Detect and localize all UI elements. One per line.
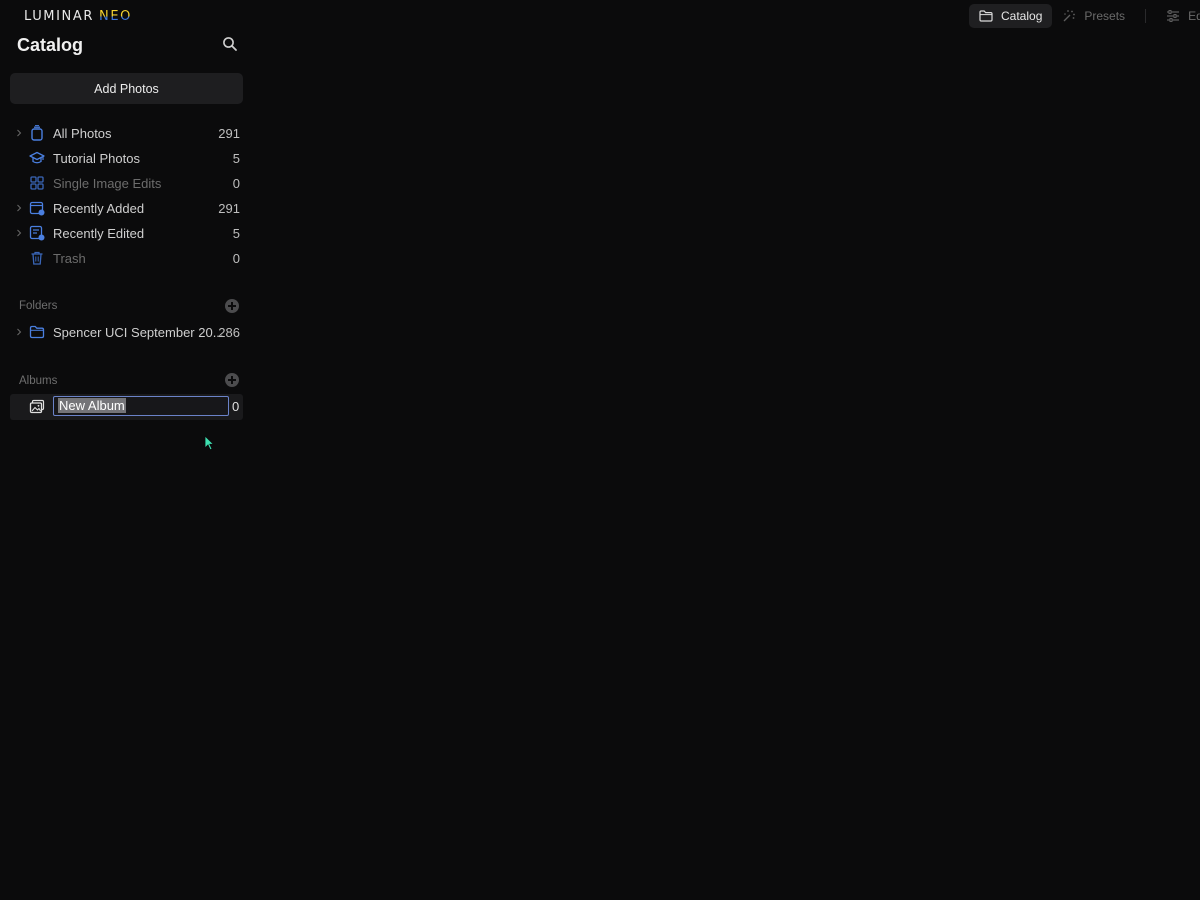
album-name-selected-text: New Album <box>58 398 126 413</box>
chevron-right-icon[interactable] <box>16 129 22 137</box>
sidebar-item-label: Recently Added <box>53 201 145 216</box>
add-folder-button[interactable] <box>225 299 239 313</box>
item-count: 0 <box>232 176 240 191</box>
tab-catalog[interactable]: Catalog <box>969 4 1053 28</box>
item-count: 286 <box>218 325 240 340</box>
calendar-added-icon <box>29 201 45 216</box>
tab-edit[interactable]: Edi <box>1156 4 1200 28</box>
tab-label: Edi <box>1188 9 1200 23</box>
grid-icon <box>30 176 44 190</box>
album-item[interactable]: New Album 0 <box>10 394 243 420</box>
sidebar-item-recently-edited[interactable]: Recently Edited 5 <box>10 221 243 245</box>
sidebar-item-label: Trash <box>53 251 86 266</box>
sparkle-icon <box>1063 10 1076 22</box>
mouse-cursor-icon <box>204 435 214 451</box>
trash-icon <box>31 251 43 265</box>
sidebar-item-label: Recently Edited <box>53 226 145 241</box>
sidebar-item-label: Tutorial Photos <box>53 151 140 166</box>
album-name-input[interactable]: New Album <box>53 396 229 416</box>
search-button[interactable] <box>222 36 238 52</box>
chevron-right-icon[interactable] <box>16 328 22 336</box>
tab-presets[interactable]: Presets <box>1052 4 1135 28</box>
folders-section-label: Folders <box>19 300 58 312</box>
tab-label: Presets <box>1084 9 1126 23</box>
chevron-right-icon[interactable] <box>16 229 22 237</box>
app-logo: LUMINAR NEO <box>24 8 132 24</box>
album-icon <box>29 399 45 414</box>
item-count: 0 <box>232 399 240 414</box>
albums-section-label: Albums <box>19 375 58 387</box>
sliders-icon <box>1167 10 1180 22</box>
graduation-cap-icon <box>29 151 45 164</box>
add-album-button[interactable] <box>225 373 239 387</box>
document-edited-icon <box>29 225 45 241</box>
sidebar-item-all-photos[interactable]: All Photos 291 <box>10 121 243 145</box>
sidebar-item-label: Single Image Edits <box>53 176 162 191</box>
folder-icon <box>29 325 45 339</box>
sidebar-item-trash[interactable]: Trash 0 <box>10 246 243 270</box>
item-count: 291 <box>218 126 240 141</box>
item-count: 0 <box>232 251 240 266</box>
nav-divider <box>1145 9 1147 23</box>
folder-item[interactable]: Spencer UCI September 20... 286 <box>10 320 243 344</box>
tab-label: Catalog <box>1001 9 1043 23</box>
chevron-right-icon[interactable] <box>16 204 22 212</box>
sidebar-item-single-image-edits[interactable]: Single Image Edits 0 <box>10 171 243 195</box>
page-title: Catalog <box>17 35 84 55</box>
item-count: 5 <box>232 151 240 166</box>
catalog-sidebar: Catalog Add Photos All Photos 291 Tutori… <box>0 28 252 900</box>
logo-accent-text: NEO <box>99 8 132 24</box>
sidebar-item-label: All Photos <box>53 126 112 141</box>
sidebar-item-tutorial-photos[interactable]: Tutorial Photos 5 <box>10 146 243 170</box>
search-icon <box>223 37 237 51</box>
folder-label: Spencer UCI September 20... <box>53 325 224 340</box>
photos-stack-icon <box>31 125 43 141</box>
luminar-neo-window: LUMINAR NEO Catalog Presets Ed Catalog A… <box>0 0 1200 900</box>
add-photos-button[interactable]: Add Photos <box>10 73 243 104</box>
folder-icon <box>979 10 993 22</box>
item-count: 291 <box>218 201 240 216</box>
top-navigation: Catalog Presets Edi <box>969 4 1200 28</box>
sidebar-item-recently-added[interactable]: Recently Added 291 <box>10 196 243 220</box>
item-count: 5 <box>232 226 240 241</box>
logo-main-text: LUMINAR <box>24 8 95 24</box>
